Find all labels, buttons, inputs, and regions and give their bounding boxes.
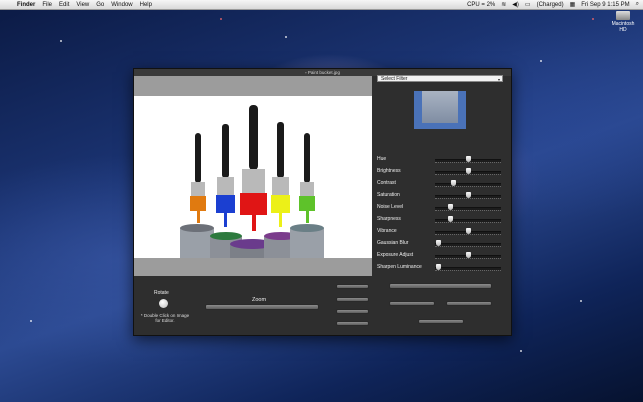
document-icon: ▫ [305,70,307,75]
slider-ticks [435,186,501,188]
slider-label: Noise Level [377,204,404,210]
slider-sharpen-luminance: Sharpen Luminance [377,263,502,272]
slider-sharpness: Sharpness [377,215,502,224]
menu-go[interactable]: Go [96,2,104,8]
menu-file[interactable]: File [42,2,52,8]
zoom-slider[interactable] [205,304,319,310]
drive-label: Macintosh HD [611,21,635,33]
clock[interactable]: Fri Sep 9 1:15 PM [581,2,629,8]
star [285,36,287,38]
status-area: CPU = 2% ≋ ◀) ▭ (Charged) ▦ Fri Sep 9 1:… [467,0,639,9]
menu-help[interactable]: Help [140,2,152,8]
photo-image[interactable] [134,96,372,258]
slider-label: Hue [377,156,387,162]
filter-preview [414,91,466,129]
slider-ticks [435,210,501,212]
menu-window[interactable]: Window [111,2,132,8]
battery-status[interactable]: (Charged) [537,2,564,8]
hard-drive-icon [616,11,630,20]
slider-ticks [435,246,501,248]
star [592,18,594,20]
rotate-label: Rotate [154,290,169,296]
save-image-button[interactable] [418,319,464,324]
filter-option-button[interactable] [389,301,435,306]
volume-icon[interactable]: ◀) [512,1,519,8]
chevron-down-icon: ▾ [497,77,500,82]
slider-ticks [435,174,501,176]
rotate-knob[interactable] [159,299,168,308]
slider-ticks [435,270,501,272]
slider-thumb[interactable] [465,228,471,234]
slider-label: Brightness [377,168,401,174]
slider-ticks [435,198,501,200]
preview-thumbnail [422,91,458,123]
slider-label: Saturation [377,192,400,198]
image-canvas [134,76,372,276]
slider-label: Contrast [377,180,396,186]
slider-label: Sharpen Luminance [377,264,422,270]
slider-gaussian-blur: Gaussian Blur [377,239,502,248]
app-window: ▫ Paint bucket.jpg Select Filter ▾ Hue B… [133,68,512,336]
zoom-label: Zoom [252,297,267,303]
slider-ticks [435,162,501,164]
star [30,320,32,322]
desktop-drive[interactable]: Macintosh HD [609,11,637,33]
slider-label: Vibrance [377,228,397,234]
slider-contrast: Contrast [377,179,502,188]
slider-label: Exposure Adjust [377,252,414,258]
slider-thumb[interactable] [465,192,471,198]
spotlight-icon[interactable]: ⌕ [636,1,639,8]
slider-exposure-adjust: Exposure Adjust [377,251,502,260]
flag-icon[interactable]: ▦ [570,1,576,8]
editor-hint: * Double Click on Image for Editor. [140,313,190,323]
slider-ticks [435,234,501,236]
slider-hue: Hue [377,155,502,164]
window-title: Paint bucket.jpg [307,70,340,75]
slider-thumb[interactable] [465,168,471,174]
slider-ticks [435,258,501,260]
slider-label: Sharpness [377,216,401,222]
star [60,40,62,42]
menu-edit[interactable]: Edit [59,2,69,8]
slider-thumb[interactable] [465,156,471,162]
slider-vibrance: Vibrance [377,227,502,236]
star [540,60,542,62]
cpu-status[interactable]: CPU = 2% [467,2,495,8]
filter-option-button[interactable] [446,301,492,306]
slider-saturation: Saturation [377,191,502,200]
star [580,300,582,302]
star [520,350,522,352]
action-button[interactable] [336,297,369,302]
menu-view[interactable]: View [76,2,89,8]
filter-select-value: Select Filter [381,76,408,82]
star [220,18,222,20]
slider-label: Gaussian Blur [377,240,409,246]
slider-noise-level: Noise Level [377,203,502,212]
wifi-icon[interactable]: ≋ [501,1,506,8]
action-button[interactable] [336,309,369,314]
slider-ticks [435,222,501,224]
slider-thumb[interactable] [465,252,471,258]
battery-icon[interactable]: ▭ [525,1,531,8]
menu-app-name[interactable]: Finder [17,2,35,8]
action-button[interactable] [336,321,369,326]
apply-filter-button[interactable] [389,283,492,289]
paint-brushes-illustration [134,96,372,258]
menu-bar: Finder File Edit View Go Window Help CPU… [0,0,643,10]
filter-select[interactable]: Select Filter ▾ [377,75,503,82]
action-button[interactable] [336,284,369,289]
slider-brightness: Brightness [377,167,502,176]
